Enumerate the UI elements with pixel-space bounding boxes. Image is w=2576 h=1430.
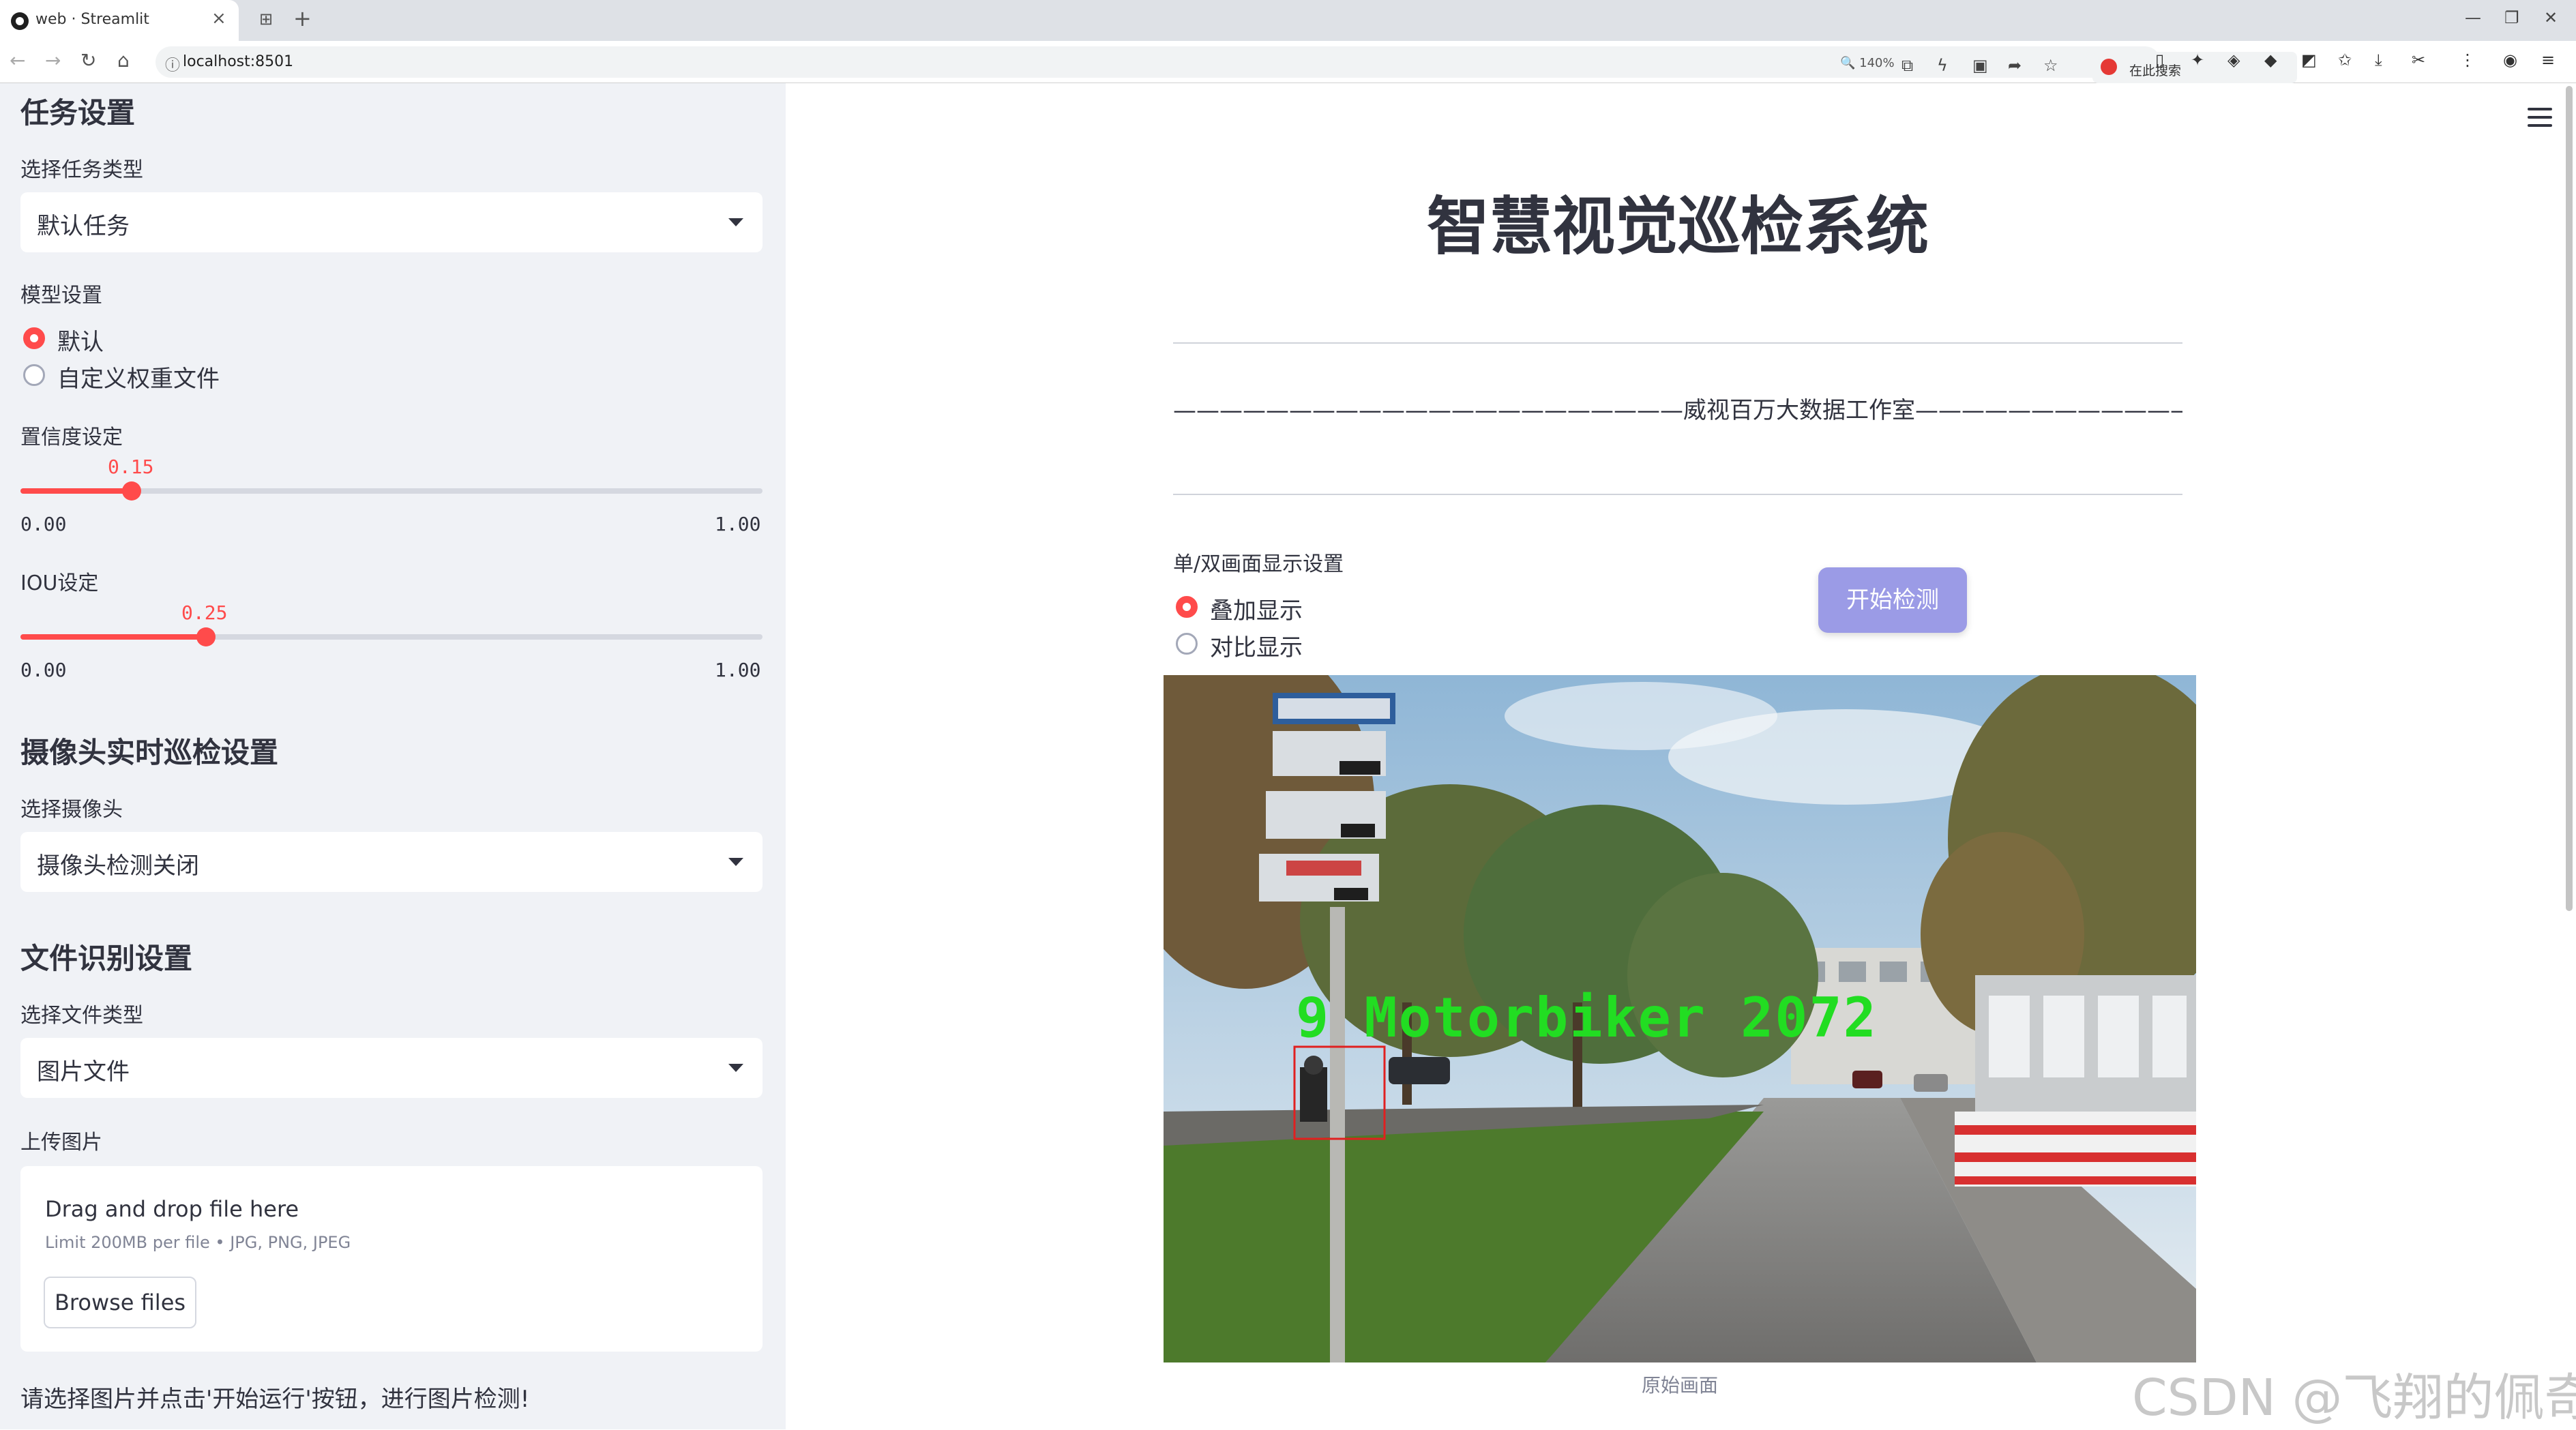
new-tab-icon[interactable]: +: [293, 5, 312, 31]
divider: [1173, 494, 2182, 495]
conf-slider-fill: [20, 488, 132, 494]
favorites-icon[interactable]: ✩: [2338, 50, 2352, 70]
watermark: CSDN @飞翔的佩奇: [2132, 1369, 2576, 1427]
model-radio-default[interactable]: [23, 327, 45, 349]
dropzone-limit: Limit 200MB per file • JPG, PNG, JPEG: [45, 1233, 351, 1252]
task-section-title: 任务设置: [20, 96, 136, 130]
streamlit-favicon-icon: [11, 12, 29, 30]
display-radio-overlay[interactable]: [1176, 596, 1198, 618]
translate-icon[interactable]: ⧉: [1901, 56, 1913, 75]
reload-icon[interactable]: ↻: [80, 49, 96, 72]
task-type-select[interactable]: 默认任务: [20, 192, 763, 252]
display-mode-label: 单/双画面显示设置: [1173, 552, 1344, 576]
iou-value: 0.25: [181, 601, 228, 624]
home-icon[interactable]: ⌂: [117, 49, 130, 72]
dropzone-title: Drag and drop file here: [45, 1196, 299, 1222]
extension-icon[interactable]: ◆: [2264, 50, 2277, 70]
browser-tabbar: web · Streamlit × ⊞ + — ❐ ✕: [0, 0, 2576, 41]
scissors-icon[interactable]: ✂: [2412, 50, 2425, 70]
iou-label: IOU设定: [20, 571, 99, 595]
more-menu-icon[interactable]: ⋮: [2459, 50, 2476, 70]
chevron-down-icon: [728, 1064, 743, 1072]
model-option-custom[interactable]: 自定义权重文件: [57, 360, 220, 393]
display-option-compare[interactable]: 对比显示: [1210, 629, 1303, 662]
browse-files-button[interactable]: Browse files: [44, 1277, 196, 1328]
conf-label: 置信度设定: [20, 426, 123, 449]
site-info-icon[interactable]: ⓘ: [165, 53, 180, 75]
detection-label: 9 Motorbiker 2072: [1296, 986, 1878, 1049]
detection-image: 9 Motorbiker 2072: [1164, 675, 2196, 1362]
display-radio-compare[interactable]: [1176, 633, 1198, 655]
tab-title: web · Streamlit: [35, 11, 149, 28]
iou-slider-thumb[interactable]: [196, 627, 216, 646]
extension-icon[interactable]: ◈: [2227, 50, 2240, 70]
iou-slider-fill: [20, 634, 206, 640]
file-type-select[interactable]: 图片文件: [20, 1038, 763, 1098]
extension-icon[interactable]: ✦: [2191, 50, 2204, 70]
model-label: 模型设置: [20, 284, 102, 308]
studio-line: ——————————————————————威视百万大数据工作室————————…: [1173, 397, 2182, 424]
share-icon[interactable]: ➦: [2008, 56, 2022, 75]
camera-select[interactable]: 摄像头检测关闭: [20, 832, 763, 892]
hamburger-icon[interactable]: [2528, 108, 2552, 127]
chevron-down-icon: [728, 858, 743, 866]
browser-tab[interactable]: web · Streamlit ×: [0, 0, 239, 41]
close-window-icon[interactable]: ✕: [2544, 8, 2558, 27]
search-engine-icon: [2101, 59, 2117, 75]
restore-icon[interactable]: ❐: [2504, 8, 2519, 27]
task-type-label: 选择任务类型: [20, 158, 143, 182]
upload-label: 上传图片: [20, 1131, 102, 1155]
zoom-level[interactable]: 🔍 140%: [1840, 56, 1895, 70]
task-type-value: 默认任务: [37, 213, 130, 240]
screenshot-icon[interactable]: ▣: [1972, 56, 1988, 75]
image-caption: 原始画面: [1641, 1374, 1718, 1397]
back-icon[interactable]: ←: [10, 49, 25, 72]
iou-max: 1.00: [715, 659, 761, 681]
conf-max: 1.00: [715, 513, 761, 535]
display-option-overlay[interactable]: 叠加显示: [1210, 592, 1303, 625]
extension-icon[interactable]: ◩: [2301, 50, 2317, 70]
camera-value: 摄像头检测关闭: [37, 852, 199, 880]
camera-label: 选择摄像头: [20, 798, 123, 822]
url-text: localhost:8501: [183, 53, 294, 70]
reading-mode-icon[interactable]: ▯: [2155, 50, 2164, 70]
file-dropzone[interactable]: Drag and drop file here Limit 200MB per …: [20, 1166, 763, 1352]
lightning-icon[interactable]: ϟ: [1937, 56, 1948, 75]
upload-hint: 请选择图片并点击'开始运行'按钮，进行图片检测!: [20, 1386, 530, 1413]
divider: [1173, 342, 2182, 344]
conf-slider[interactable]: [20, 481, 763, 501]
camera-section-title: 摄像头实时巡检设置: [20, 736, 279, 769]
browser-menu-icon[interactable]: ≡: [2541, 50, 2555, 70]
file-section-title: 文件识别设置: [20, 942, 193, 975]
page-scrollbar[interactable]: [2566, 86, 2573, 911]
address-bar: ← → ↻ ⌂ ⓘ localhost:8501 🔍 140% ⧉ ϟ ▣ ➦ …: [0, 41, 2576, 83]
start-detection-button[interactable]: 开始检测: [1818, 567, 1967, 633]
forward-icon[interactable]: →: [45, 49, 61, 72]
file-type-label: 选择文件类型: [20, 1004, 143, 1028]
url-field[interactable]: ⓘ localhost:8501 🔍 140% ⧉ ϟ ▣ ➦ ☆ 在此搜索: [156, 46, 2297, 83]
minimize-icon[interactable]: —: [2465, 8, 2481, 27]
tab-search-icon[interactable]: ⊞: [259, 10, 273, 29]
model-radio-custom[interactable]: [23, 364, 45, 386]
bookmark-star-icon[interactable]: ☆: [2043, 56, 2058, 75]
conf-min: 0.00: [20, 513, 67, 535]
download-icon[interactable]: ⤓: [2375, 50, 2382, 70]
iou-slider[interactable]: [20, 627, 763, 646]
avatar-icon[interactable]: ◉: [2503, 50, 2517, 70]
page-title: 智慧视觉巡检系统: [1426, 190, 1929, 263]
conf-slider-thumb[interactable]: [122, 481, 141, 501]
conf-value: 0.15: [108, 456, 154, 478]
model-option-default[interactable]: 默认: [57, 323, 104, 357]
file-type-value: 图片文件: [37, 1058, 130, 1086]
iou-min: 0.00: [20, 659, 67, 681]
chevron-down-icon: [728, 218, 743, 226]
tab-close-icon[interactable]: ×: [211, 8, 226, 29]
